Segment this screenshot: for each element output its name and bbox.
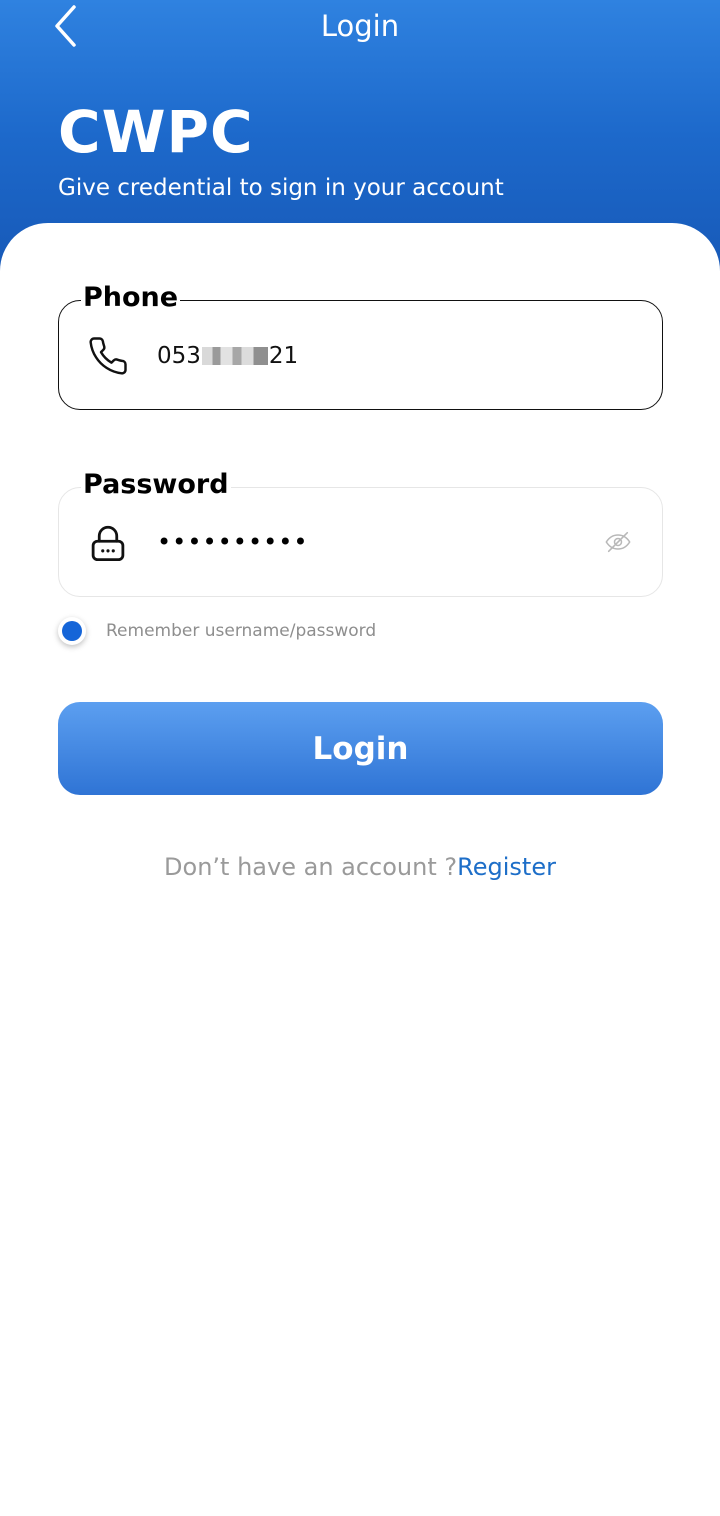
lock-icon [91,525,125,562]
eye-off-icon[interactable] [604,528,632,556]
password-input[interactable]: •••••••••• [157,524,309,560]
phone-value-suffix: 21 [268,343,299,369]
remember-checkbox[interactable]: Remember username/password [58,617,376,645]
remember-radio[interactable] [58,617,86,645]
phone-value-prefix: 053 [157,343,201,369]
page-title: Login [320,9,400,43]
radio-selected-dot [62,621,82,641]
phone-input[interactable]: 053 21 [157,339,298,373]
register-link[interactable]: Register [457,853,556,881]
register-row: Don’t have an account ?Register [0,850,720,884]
login-button[interactable]: Login [58,702,663,795]
phone-field[interactable]: Phone 053 21 [58,281,663,410]
redacted-digits [201,347,268,365]
phone-icon [89,337,127,375]
password-label: Password [81,468,231,502]
page-subtitle: Give credential to sign in your account [58,175,504,201]
remember-label: Remember username/password [106,621,377,641]
phone-label: Phone [81,281,181,315]
password-field[interactable]: Password •••••••••• [58,468,663,597]
register-prompt: Don’t have an account ? [164,853,458,881]
brand-name: CWPC [58,98,254,166]
